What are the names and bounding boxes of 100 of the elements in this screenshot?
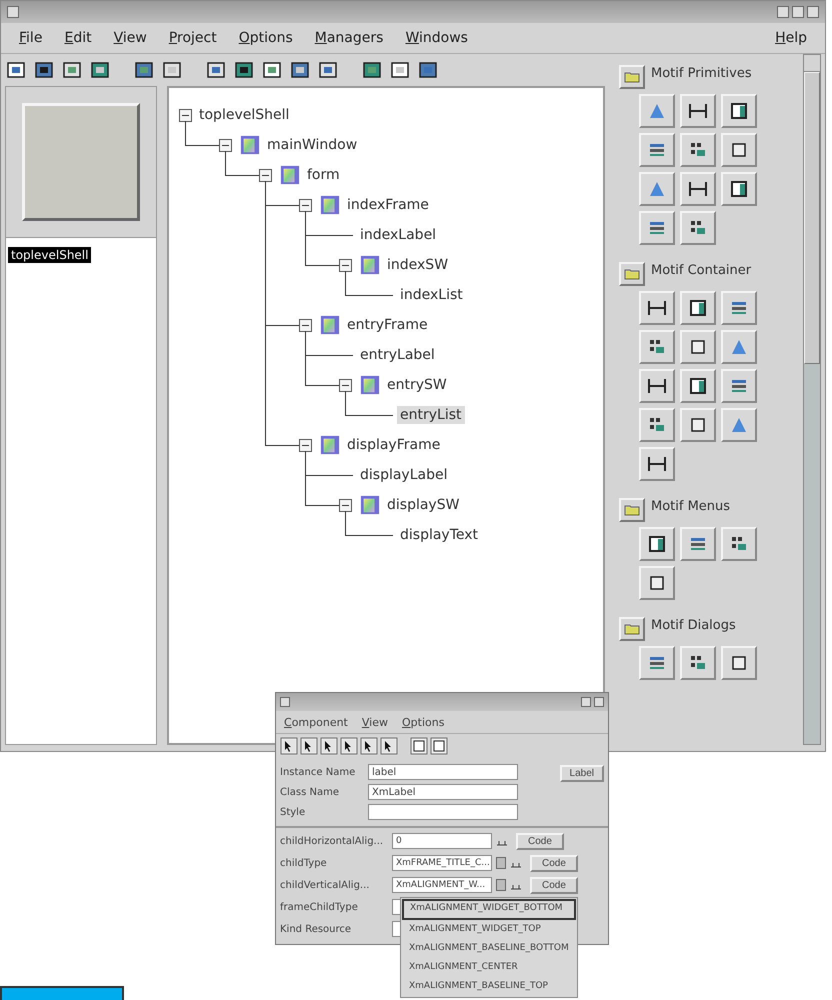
widget-icon — [360, 375, 380, 395]
palette-tool-button[interactable] — [721, 94, 757, 128]
tree-node-label[interactable]: toplevelShell — [196, 106, 292, 124]
pointer-icon[interactable] — [300, 737, 318, 755]
resource-value-field[interactable]: XmALIGNMENT_W... — [392, 877, 492, 893]
palette-tool-button[interactable] — [680, 330, 716, 364]
close-button[interactable] — [594, 697, 604, 707]
tree-node-label[interactable]: indexFrame — [344, 196, 432, 214]
tree-node-label[interactable]: mainWindow — [264, 136, 360, 154]
palette-tool-button[interactable] — [680, 369, 716, 403]
palette-group-title: Motif Menus — [651, 498, 730, 514]
window-icon[interactable] — [430, 737, 448, 755]
tree-node-label[interactable]: displayFrame — [344, 436, 444, 454]
widget-icon — [320, 315, 340, 335]
maximize-button[interactable] — [792, 6, 804, 18]
dropdown-option[interactable]: XmALIGNMENT_BASELINE_TOP — [402, 977, 576, 996]
tree-node-label[interactable]: indexLabel — [357, 226, 440, 244]
folder-button[interactable] — [619, 65, 645, 89]
palette-tool-button[interactable] — [721, 646, 757, 680]
menu-item[interactable]: Help — [775, 30, 807, 46]
close-button[interactable] — [807, 6, 819, 18]
window-icon[interactable] — [410, 737, 428, 755]
code-button[interactable]: Code — [530, 854, 578, 872]
palette-tool-button[interactable] — [721, 527, 757, 561]
palette-tool-button[interactable] — [680, 291, 716, 325]
minimize-button[interactable] — [581, 697, 591, 707]
palette-tool-button[interactable] — [639, 447, 675, 481]
text-field[interactable] — [368, 804, 518, 820]
tree-node-label[interactable]: entryList — [397, 406, 464, 424]
pointer-icon[interactable] — [320, 737, 338, 755]
code-button[interactable]: Code — [516, 832, 564, 850]
widget-icon — [647, 298, 667, 318]
palette-tool-button[interactable] — [639, 408, 675, 442]
palette-tool-button[interactable] — [721, 291, 757, 325]
palette-tool-button[interactable] — [721, 133, 757, 167]
palette-tool-button[interactable] — [639, 133, 675, 167]
palette-group-title: Motif Container — [651, 262, 752, 278]
palette-tool-button[interactable] — [680, 646, 716, 680]
menu-item[interactable]: File — [19, 30, 42, 46]
scrollbar-thumb[interactable] — [804, 72, 820, 364]
menu-item[interactable]: Windows — [405, 30, 468, 46]
palette-tool-button[interactable] — [680, 94, 716, 128]
window-menu-button[interactable] — [7, 6, 19, 18]
tree-node-label[interactable]: form — [304, 166, 343, 184]
menu-item[interactable]: Component — [284, 716, 348, 728]
palette-tool-button[interactable] — [639, 646, 675, 680]
menu-item[interactable]: View — [114, 30, 147, 46]
tree-node-label[interactable]: indexList — [397, 286, 466, 304]
palette-tool-button[interactable] — [721, 172, 757, 206]
window-menu-button[interactable] — [280, 697, 290, 707]
resource-value-field[interactable]: XmFRAME_TITLE_C... — [392, 855, 492, 871]
field-label: Class Name — [280, 786, 340, 798]
folder-button[interactable] — [619, 617, 645, 641]
class-button[interactable]: Label — [560, 765, 604, 782]
palette-tool-button[interactable] — [639, 527, 675, 561]
menu-item[interactable]: View — [362, 716, 388, 728]
code-button[interactable]: Code — [530, 876, 578, 894]
dropdown-option[interactable]: XmALIGNMENT_WIDGET_TOP — [402, 920, 576, 939]
folder-button[interactable] — [619, 262, 645, 286]
tree-node-label[interactable]: displayLabel — [357, 466, 450, 484]
dropdown-option[interactable]: XmALIGNMENT_WIDGET_BOTTOM — [402, 899, 576, 920]
tree-node-label[interactable]: displayText — [397, 526, 482, 544]
tree-node-label[interactable]: entrySW — [384, 376, 450, 394]
tree-node-label[interactable]: displaySW — [384, 496, 462, 514]
palette-tool-button[interactable] — [639, 566, 675, 600]
dropdown-option[interactable]: XmALIGNMENT_CENTER — [402, 958, 576, 977]
palette-tool-button[interactable] — [680, 408, 716, 442]
widget-icon — [240, 135, 260, 155]
palette-tool-button[interactable] — [680, 211, 716, 245]
widget-icon — [688, 298, 708, 318]
menu-item[interactable]: Options — [238, 30, 293, 46]
folder-button[interactable] — [619, 498, 645, 522]
list-item[interactable]: toplevelShell — [8, 247, 92, 263]
menu-item[interactable]: Options — [402, 716, 444, 728]
tree-node-label[interactable]: entryLabel — [357, 346, 438, 364]
palette-tool-button[interactable] — [639, 369, 675, 403]
minimize-button[interactable] — [777, 6, 789, 18]
tree-node-label[interactable]: indexSW — [384, 256, 452, 274]
dropdown-option[interactable]: XmALIGNMENT_BASELINE_BOTTOM — [402, 939, 576, 958]
pointer-icon[interactable] — [280, 737, 298, 755]
text-field[interactable]: label — [368, 764, 518, 780]
scrollbar[interactable] — [803, 54, 821, 745]
text-field[interactable]: XmLabel — [368, 784, 518, 800]
pointer-icon[interactable] — [380, 737, 398, 755]
resource-value-field[interactable]: 0 — [392, 833, 492, 849]
tree-node-label[interactable]: entryFrame — [344, 316, 431, 334]
menu-item[interactable]: Managers — [314, 30, 384, 46]
palette-tool-button[interactable] — [680, 527, 716, 561]
palette-tool-button[interactable] — [639, 211, 675, 245]
palette-tool-button[interactable] — [680, 133, 716, 167]
pointer-icon[interactable] — [340, 737, 358, 755]
menu-item[interactable]: Edit — [64, 30, 92, 46]
palette-tool-button[interactable] — [639, 330, 675, 364]
menu-item[interactable]: Project — [168, 30, 217, 46]
folder-icon — [624, 71, 640, 83]
folder-icon — [624, 268, 640, 280]
pointer-icon[interactable] — [360, 737, 378, 755]
palette-tool-button[interactable] — [680, 172, 716, 206]
palette-tool-button[interactable] — [721, 369, 757, 403]
palette-tool-button[interactable] — [639, 291, 675, 325]
